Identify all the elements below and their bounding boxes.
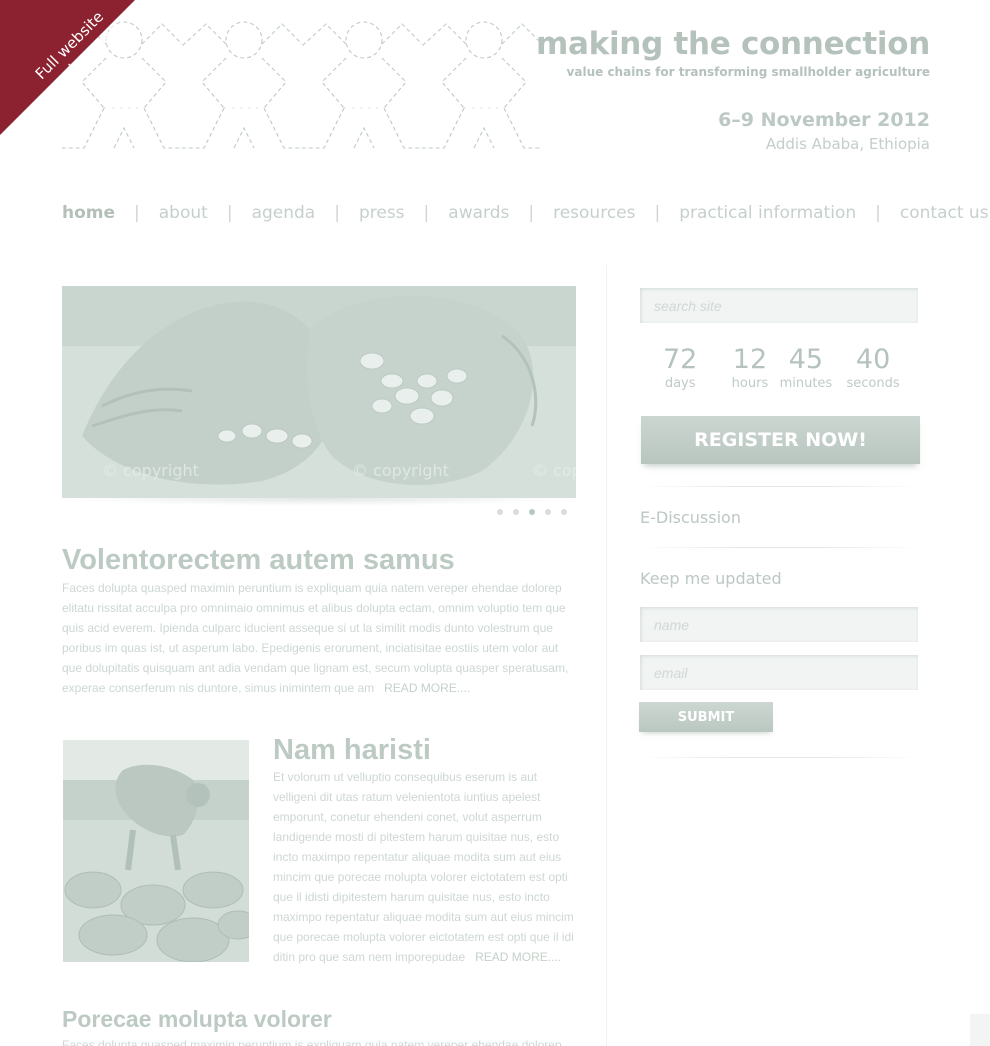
countdown-hours: 12 hours	[720, 344, 779, 392]
sidebar-divider	[640, 547, 920, 548]
ediscussion-link[interactable]: E-Discussion	[640, 508, 741, 527]
slider-dot[interactable]	[545, 509, 551, 515]
article-body: Faces dolupta quasped maximin peruntium …	[62, 1038, 562, 1046]
slider-dot-active[interactable]	[529, 509, 535, 515]
nav-contact-us[interactable]: contact us	[900, 203, 989, 223]
article-body: Faces dolupta quasped maximin peruntium …	[62, 578, 572, 698]
hero-slider[interactable]: © copyright © copyright © copyright	[62, 286, 576, 498]
nav-resources[interactable]: resources	[553, 203, 635, 223]
nav-separator: |	[226, 203, 233, 223]
register-button[interactable]: REGISTER NOW!	[641, 416, 920, 464]
email-field[interactable]	[640, 655, 918, 690]
article-text: Et volorum ut velluptio consequibus eser…	[273, 770, 574, 964]
countdown-minutes: 45 minutes	[780, 344, 833, 392]
slider-pagination	[497, 509, 567, 515]
article-body: Et volorum ut velluptio consequibus eser…	[273, 767, 578, 967]
countdown-seconds: 40 seconds	[846, 344, 900, 392]
article-title[interactable]: Volentorectem autem samus	[62, 544, 455, 577]
countdown-timer: 72 days 12 hours 45 minutes 40 seconds	[660, 344, 900, 392]
nav-separator: |	[423, 203, 430, 223]
article-text: Faces dolupta quasped maximin peruntium …	[62, 581, 569, 695]
nav-separator: |	[528, 203, 535, 223]
nav-about[interactable]: about	[159, 203, 208, 223]
slider-watermark: © copyright	[102, 461, 199, 480]
farmer-field-photo[interactable]	[63, 740, 249, 962]
countdown-value: 45	[788, 344, 824, 375]
article-title[interactable]: Porecae molupta volorer	[62, 1006, 332, 1033]
name-field[interactable]	[640, 607, 918, 642]
countdown-value: 12	[732, 344, 768, 375]
coming-soon-ribbon: Full website coming soon	[0, 0, 135, 135]
read-more-link[interactable]: READ MORE....	[475, 950, 561, 964]
event-dates: 6–9 November 2012	[718, 109, 930, 131]
article-title[interactable]: Nam haristi	[273, 734, 431, 767]
slider-dot[interactable]	[513, 509, 519, 515]
search-input[interactable]	[640, 288, 918, 323]
countdown-label: hours	[731, 376, 769, 391]
nav-separator: |	[654, 203, 661, 223]
slider-dot[interactable]	[561, 509, 567, 515]
countdown-days: 72 days	[660, 344, 700, 392]
keep-updated-heading: Keep me updated	[640, 569, 782, 588]
sidebar-divider	[640, 486, 920, 487]
read-more-link[interactable]: READ MORE....	[384, 681, 470, 695]
nav-separator: |	[134, 203, 140, 223]
slider-watermark: © copyright	[532, 461, 576, 480]
countdown-value: 72	[663, 344, 698, 375]
event-location: Addis Ababa, Ethiopia	[765, 135, 930, 153]
slider-watermark: © copyright	[352, 461, 449, 480]
nav-press[interactable]: press	[359, 203, 405, 223]
nav-separator: |	[334, 203, 340, 223]
site-title: making the connection	[536, 26, 930, 62]
site-tagline: value chains for transforming smallholde…	[566, 65, 930, 79]
nav-separator: |	[875, 203, 881, 223]
nav-agenda[interactable]: agenda	[252, 203, 316, 223]
nav-home[interactable]: home	[62, 203, 115, 223]
main-nav: home | about | agenda | press | awards |…	[62, 200, 989, 226]
slider-dot[interactable]	[497, 509, 503, 515]
column-divider	[606, 265, 607, 1046]
slider-shadow	[62, 498, 576, 506]
submit-button[interactable]: SUBMIT	[639, 702, 773, 732]
hands-with-beans-photo: © copyright © copyright © copyright	[62, 286, 576, 498]
countdown-value: 40	[855, 344, 891, 375]
countdown-label: days	[664, 376, 696, 391]
countdown-label: minutes	[779, 376, 833, 391]
countdown-label: seconds	[846, 376, 900, 391]
nav-awards[interactable]: awards	[448, 203, 509, 223]
nav-practical-information[interactable]: practical information	[679, 203, 856, 223]
sidebar-divider	[640, 757, 920, 758]
page-corner-fragment	[970, 1014, 990, 1046]
